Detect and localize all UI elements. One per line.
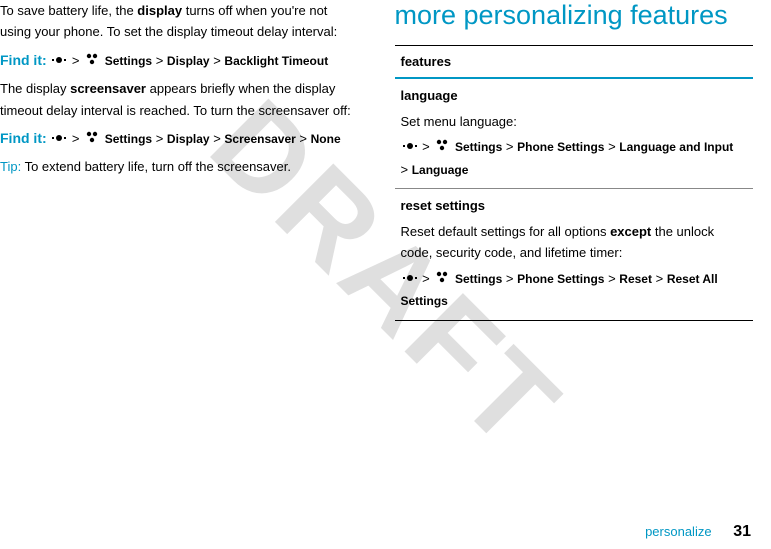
- findit-line-2: Find it: > Settings > Display > Screensa…: [0, 127, 359, 150]
- right-column: more personalizing features features lan…: [377, 0, 754, 549]
- intro-paragraph: To save battery life, the display turns …: [0, 0, 359, 43]
- section-heading: more personalizing features: [395, 0, 754, 31]
- row2-desc: Reset default settings for all options e…: [401, 221, 748, 264]
- path2-screensaver: Screensaver: [224, 132, 295, 146]
- r2-settings: Settings: [455, 272, 502, 286]
- path1-display: Display: [167, 54, 210, 68]
- screensaver-bold: screensaver: [70, 81, 146, 96]
- path2-settings: Settings: [105, 132, 152, 146]
- r2-phone: Phone Settings: [517, 272, 604, 286]
- path1-backlight: Backlight Timeout: [224, 54, 328, 68]
- r1-language: Language: [412, 163, 469, 177]
- tip-line: Tip: To extend battery life, turn off th…: [0, 156, 359, 177]
- r1-settings: Settings: [455, 140, 502, 154]
- tip-text: To extend battery life, turn off the scr…: [21, 159, 291, 174]
- center-key-icon: [403, 137, 417, 158]
- center-key-icon: [52, 51, 66, 72]
- r2-reset: Reset: [619, 272, 652, 286]
- row1-path: > Settings > Phone Settings > Language a…: [401, 136, 748, 180]
- center-key-icon: [52, 129, 66, 150]
- settings-icon: [435, 269, 449, 290]
- intro-pre: To save battery life, the: [0, 3, 137, 18]
- row-language: language Set menu language: > Settings >…: [395, 78, 754, 188]
- table-row: reset settings Reset default settings fo…: [395, 189, 754, 320]
- path1-settings: Settings: [105, 54, 152, 68]
- row2-title: reset settings: [401, 195, 748, 216]
- table-header-cell: features: [395, 46, 754, 79]
- settings-icon: [435, 137, 449, 158]
- findit-line-1: Find it: > Settings > Display > Backligh…: [0, 49, 359, 72]
- row1-title: language: [401, 85, 748, 106]
- r1-phone: Phone Settings: [517, 140, 604, 154]
- settings-icon: [85, 51, 99, 72]
- path2-display: Display: [167, 132, 210, 146]
- row2-desc-pre: Reset default settings for all options: [401, 224, 611, 239]
- tip-label: Tip:: [0, 159, 21, 174]
- left-column: To save battery life, the display turns …: [0, 0, 377, 549]
- path2-none: None: [311, 132, 341, 146]
- r1-langinput: Language and Input: [619, 140, 733, 154]
- settings-icon: [85, 129, 99, 150]
- page-content: To save battery life, the display turns …: [0, 0, 771, 549]
- row1-desc: Set menu language:: [401, 111, 748, 132]
- screensaver-pre: The display: [0, 81, 70, 96]
- intro-bold: display: [137, 3, 182, 18]
- center-key-icon: [403, 269, 417, 290]
- row2-desc-bold: except: [610, 224, 651, 239]
- row-reset: reset settings Reset default settings fo…: [395, 189, 754, 320]
- features-table: features language Set menu language: > S: [395, 45, 754, 321]
- table-header-row: features: [395, 46, 754, 79]
- row2-path: > Settings > Phone Settings > Reset > Re…: [401, 268, 748, 312]
- findit-label-1: Find it:: [0, 52, 47, 68]
- screensaver-paragraph: The display screensaver appears briefly …: [0, 78, 359, 121]
- findit-label-2: Find it:: [0, 130, 47, 146]
- table-row: language Set menu language: > Settings >…: [395, 78, 754, 188]
